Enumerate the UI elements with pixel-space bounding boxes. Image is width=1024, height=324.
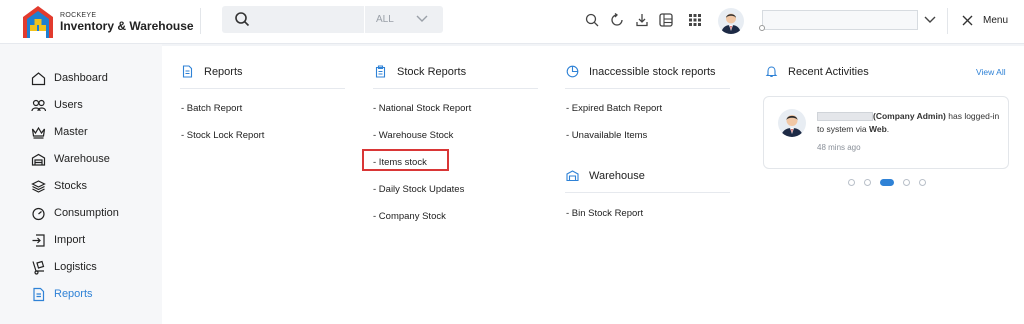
activity-message: (Company Admin) has logged-in to system … [817, 110, 1002, 136]
sidebar-item-label: Dashboard [54, 72, 108, 84]
activity-card[interactable]: (Company Admin) has logged-in to system … [763, 96, 1009, 169]
sidebar-item-label: Logistics [54, 261, 97, 273]
section-title: Recent Activities [788, 65, 869, 78]
sidebar-item-stocks[interactable]: Stocks [31, 177, 156, 195]
carousel-dot-active[interactable] [880, 178, 894, 186]
redacted-name [817, 112, 873, 122]
section-divider [373, 88, 538, 89]
user-name-redacted[interactable] [762, 10, 918, 30]
link-unavailable-items[interactable]: - Unavailable Items [566, 130, 647, 141]
link-daily-stock-updates[interactable]: - Daily Stock Updates [373, 184, 464, 195]
link-company-stock[interactable]: - Company Stock [373, 211, 446, 222]
user-avatar-icon [781, 115, 803, 137]
highlight-box [362, 149, 449, 171]
section-title: Inaccessible stock reports [589, 65, 716, 78]
link-stock-lock-report[interactable]: - Stock Lock Report [181, 130, 264, 141]
bell-icon [765, 66, 778, 78]
sidebar-item-consumption[interactable]: Consumption [31, 204, 156, 222]
crown-icon [31, 126, 46, 139]
recent-activities-heading: Recent Activities [765, 65, 869, 78]
view-all-link[interactable]: View All [976, 67, 1006, 77]
import-icon [32, 233, 45, 247]
sidebar-item-warehouse[interactable]: Warehouse [31, 150, 156, 168]
sidebar-item-label: Reports [54, 288, 93, 300]
divider [200, 8, 201, 34]
search-icon[interactable] [585, 13, 599, 27]
clipboard-icon [375, 65, 386, 78]
report-icon [33, 287, 45, 301]
section-title: Reports [204, 65, 243, 78]
layers-icon [31, 179, 46, 193]
sidebar-item-label: Master [54, 126, 88, 138]
activity-via: Web [868, 124, 887, 134]
carousel-dot[interactable] [919, 178, 926, 186]
carousel-pagination [848, 178, 926, 186]
sidebar-item-label: Import [54, 234, 86, 246]
search-bar[interactable]: ALL [222, 6, 443, 33]
download-icon[interactable] [635, 13, 649, 27]
warehouse-icon [566, 170, 579, 182]
link-batch-report[interactable]: - Batch Report [181, 103, 242, 114]
section-divider [180, 88, 345, 89]
top-bar: ROCKEYE Inventory & Warehouse ALL Menu [0, 0, 1024, 44]
menu-button[interactable]: Menu [983, 15, 1008, 26]
close-icon[interactable] [962, 15, 973, 26]
divider [947, 8, 948, 34]
sidebar-item-master[interactable]: Master [31, 123, 156, 141]
sidebar-item-label: Stocks [54, 180, 88, 192]
carousel-dot[interactable] [864, 178, 871, 186]
status-icon [759, 25, 765, 31]
inaccessible-reports-heading: Inaccessible stock reports [566, 65, 716, 78]
sidebar-item-import[interactable]: Import [31, 231, 156, 249]
search-icon[interactable] [234, 11, 250, 27]
sidebar-item-dashboard[interactable]: Dashboard [31, 69, 156, 87]
dolly-icon [32, 260, 45, 275]
avatar [778, 109, 806, 137]
activity-role: (Company Admin) [873, 111, 946, 121]
link-warehouse-stock[interactable]: - Warehouse Stock [373, 130, 453, 141]
search-input[interactable] [258, 10, 378, 29]
sidebar-item-label: Users [54, 99, 83, 111]
stock-reports-heading: Stock Reports [374, 65, 466, 78]
section-title: Stock Reports [397, 65, 467, 78]
sidebar-item-label: Warehouse [54, 153, 110, 165]
activity-timestamp: 48 mins ago [817, 143, 861, 152]
users-icon [31, 99, 46, 111]
avatar[interactable] [718, 8, 744, 34]
reports-heading: Reports [181, 65, 243, 78]
sidebar-item-users[interactable]: Users [31, 96, 156, 114]
sidebar-item-label: Consumption [54, 207, 119, 219]
section-divider [565, 88, 730, 89]
carousel-dot[interactable] [848, 178, 855, 186]
section-title: Warehouse [589, 169, 645, 182]
link-bin-stock-report[interactable]: - Bin Stock Report [566, 208, 643, 219]
brand-title: Inventory & Warehouse [60, 19, 194, 33]
pie-chart-icon [566, 65, 579, 78]
app-logo[interactable] [22, 5, 54, 39]
refresh-icon[interactable] [610, 13, 624, 27]
apps-grid-icon[interactable] [688, 13, 702, 27]
gauge-icon [32, 207, 45, 220]
chevron-down-icon[interactable] [416, 15, 428, 23]
warehouse-heading: Warehouse [566, 169, 645, 182]
brand-small: ROCKEYE [60, 12, 97, 19]
carousel-dot[interactable] [903, 178, 910, 186]
user-avatar-icon [721, 13, 741, 34]
link-national-stock-report[interactable]: - National Stock Report [373, 103, 471, 114]
section-divider [565, 192, 730, 193]
search-scope-select[interactable]: ALL [376, 14, 394, 25]
table-icon[interactable] [659, 13, 673, 27]
link-expired-batch-report[interactable]: - Expired Batch Report [566, 103, 662, 114]
sidebar-item-logistics[interactable]: Logistics [31, 258, 156, 276]
search-separator [364, 6, 365, 33]
warehouse-icon [31, 153, 46, 166]
document-icon [182, 65, 193, 78]
chevron-down-icon[interactable] [924, 16, 936, 24]
sidebar: Dashboard Users Master Warehouse Stocks … [0, 44, 162, 324]
activity-text-end: . [886, 124, 890, 134]
home-icon [31, 71, 46, 85]
sidebar-item-reports[interactable]: Reports [31, 285, 156, 303]
